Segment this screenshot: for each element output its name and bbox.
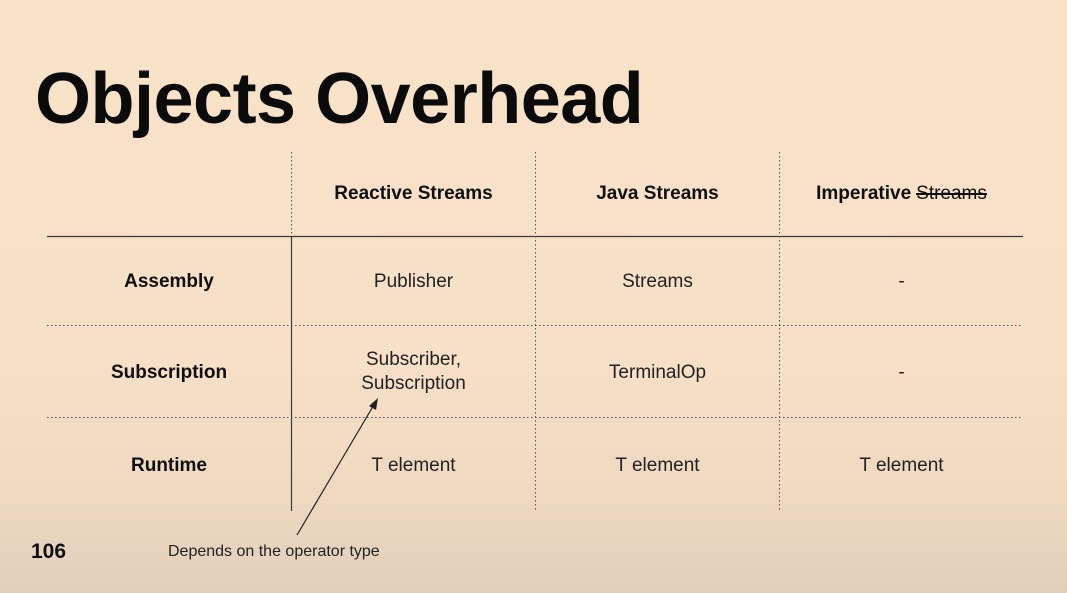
struck-through-text: Streams [916, 183, 987, 204]
slide-title: Objects Overhead [35, 59, 644, 139]
table-cell: Streams [622, 271, 693, 292]
row-header-assembly: Assembly [124, 271, 214, 292]
table-cell: TerminalOp [608, 362, 707, 383]
row-header-runtime: Runtime [131, 455, 207, 476]
table-cell: - [898, 362, 905, 383]
column-header-reactive-streams: Reactive Streams [334, 183, 493, 204]
table-cell: Subscriber, Subscription [361, 349, 466, 394]
row-header-subscription: Subscription [110, 362, 228, 383]
arrow-annotation-text: Depends on the operator type [168, 543, 380, 560]
table-cell: T element [371, 455, 456, 476]
column-header-java-streams: Java Streams [596, 183, 719, 204]
slide-number: 106 [31, 540, 67, 563]
table-cell: T element [859, 455, 944, 476]
annotation-arrowhead [369, 398, 378, 410]
column-header-imperative: Imperative Streams [816, 183, 987, 204]
table-cell: - [898, 271, 905, 292]
table-cell: Publisher [373, 271, 454, 292]
table-cell: T element [615, 455, 700, 476]
